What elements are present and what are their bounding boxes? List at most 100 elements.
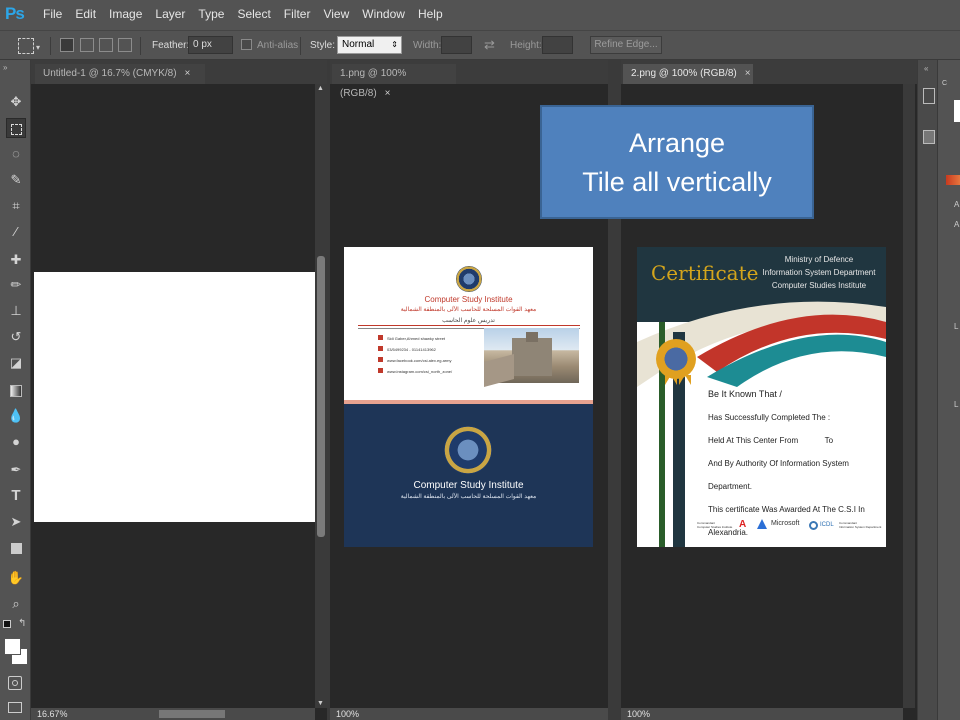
hand-tool-icon[interactable]: ✋ xyxy=(6,568,26,588)
org-institute: Computer Studies Institute xyxy=(771,281,867,290)
contact-instagram: www.instagram.com/csi_north_zone/ xyxy=(387,369,453,374)
menu-help[interactable]: Help xyxy=(413,0,448,30)
cert-line-authority: And By Authority Of Information System D… xyxy=(708,459,849,491)
tools-panel: » ✥ ◌ ✎ ⌗ ⁄ ✚ ✏ ⊥ ↺ ◪ 💧 ● ✒ T ➤ ✋ ⌕ ↰ xyxy=(0,60,31,720)
default-colors-icon[interactable] xyxy=(3,620,11,628)
healing-brush-tool-icon[interactable]: ✚ xyxy=(6,250,26,270)
tab-1png[interactable]: 1.png @ 100% (RGB/8) × xyxy=(332,64,456,99)
menu-list: File Edit Image Layer Type Select Filter… xyxy=(38,0,451,30)
cert-line-completed: Has Successfully Completed The : xyxy=(708,413,831,422)
menu-bar: Ps File Edit Image Layer Type Select Fil… xyxy=(0,0,960,30)
menu-select[interactable]: Select xyxy=(232,0,275,30)
blur-tool-icon[interactable]: 💧 xyxy=(6,406,26,426)
eraser-tool-icon[interactable]: ◪ xyxy=(6,353,26,373)
new-selection-icon[interactable] xyxy=(60,38,74,52)
menu-filter[interactable]: Filter xyxy=(279,0,316,30)
tab-title: Untitled-1 @ 16.7% (CMYK/8) xyxy=(43,68,177,79)
callout-line-tile: Tile all vertically xyxy=(582,167,772,197)
updown-arrow-icon: ⇕ xyxy=(391,40,398,49)
style-select[interactable]: Normal ⇕ xyxy=(337,36,402,54)
menu-type[interactable]: Type xyxy=(193,0,229,30)
lasso-tool-icon[interactable]: ◌ xyxy=(6,144,26,164)
scrollbar-thumb[interactable] xyxy=(317,256,325,537)
properties-panel-icon[interactable] xyxy=(923,130,935,144)
menu-edit[interactable]: Edit xyxy=(70,0,101,30)
history-brush-tool-icon[interactable]: ↺ xyxy=(6,327,26,347)
rect-marquee-tool-icon[interactable] xyxy=(6,118,26,138)
contact-facebook: www.facebook.com/csi.alex.eg.army xyxy=(387,358,452,363)
feather-label: Feather: xyxy=(152,40,190,51)
document-pane-untitled: Untitled-1 @ 16.7% (CMYK/8) × ▲ ▼ 16.67% xyxy=(31,60,327,720)
vertical-scrollbar[interactable] xyxy=(903,84,915,708)
options-bar: ▾ Feather: 0 px Anti-alias Style: Normal… xyxy=(0,30,960,60)
screen-mode-icon[interactable] xyxy=(8,702,22,713)
eyedropper-tool-icon[interactable]: ⁄ xyxy=(6,222,26,242)
card-title: Computer Study Institute xyxy=(424,295,513,304)
history-panel-icon[interactable] xyxy=(923,88,935,104)
horizontal-scrollbar-thumb[interactable] xyxy=(159,710,225,718)
swap-arrows-icon[interactable]: ⇄ xyxy=(484,37,495,53)
width-input[interactable] xyxy=(441,36,472,54)
refine-edge-button[interactable]: Refine Edge... xyxy=(590,36,662,54)
contact-address: Sidi Gaber,Ahmed shawky street xyxy=(387,336,446,341)
canvas-untitled[interactable] xyxy=(34,272,315,522)
type-tool-icon[interactable]: T xyxy=(6,486,26,506)
swap-colors-icon[interactable]: ↰ xyxy=(18,618,26,629)
org-ministry: Ministry of Defence xyxy=(784,255,854,264)
zoom-level[interactable]: 16.67% xyxy=(37,709,68,719)
tab-untitled[interactable]: Untitled-1 @ 16.7% (CMYK/8) × xyxy=(35,64,205,84)
document-image-certificate[interactable]: Certificate Ministry of Defence Informat… xyxy=(637,247,886,547)
card-back-title: Computer Study Institute xyxy=(413,480,524,491)
rectangle-tool-icon[interactable] xyxy=(6,538,26,558)
photoshop-window: Ps File Edit Image Layer Type Select Fil… xyxy=(0,0,960,720)
institute-seal-logo xyxy=(444,426,492,474)
document-image-business-card[interactable]: Computer Study Institute معهد القوات الم… xyxy=(344,247,593,547)
expand-panels-icon[interactable]: « xyxy=(924,64,928,73)
cert-line-at: At xyxy=(708,544,886,547)
clone-stamp-tool-icon[interactable]: ⊥ xyxy=(6,301,26,321)
intersect-selection-icon[interactable] xyxy=(118,38,132,52)
contact-list: Sidi Gaber,Ahmed shawky street 03/549923… xyxy=(378,333,452,377)
close-icon[interactable]: × xyxy=(745,68,751,79)
card-arabic-subtitle: تدريس علوم الحاسب xyxy=(442,318,495,324)
feather-input[interactable]: 0 px xyxy=(188,36,233,54)
quick-mask-icon[interactable] xyxy=(8,676,22,690)
chevron-down-icon[interactable]: ▾ xyxy=(36,43,40,52)
scroll-down-icon[interactable]: ▼ xyxy=(317,700,324,707)
move-tool-icon[interactable]: ✥ xyxy=(6,92,26,112)
add-selection-icon[interactable] xyxy=(80,38,94,52)
menu-file[interactable]: File xyxy=(38,0,67,30)
zoom-tool-icon[interactable]: ⌕ xyxy=(6,594,26,614)
menu-view[interactable]: View xyxy=(318,0,354,30)
subtract-selection-icon[interactable] xyxy=(99,38,113,52)
vertical-scrollbar[interactable]: ▲ ▼ xyxy=(315,84,327,708)
tab-2png[interactable]: 2.png @ 100% (RGB/8) × xyxy=(623,64,753,84)
path-select-tool-icon[interactable]: ➤ xyxy=(6,512,26,532)
card-back-arabic: معهد القوات المسلحة للحاسب الآلى بالمنطق… xyxy=(400,494,537,500)
marquee-tool-preset-icon[interactable] xyxy=(18,38,34,54)
close-icon[interactable]: × xyxy=(185,68,191,79)
close-icon[interactable]: × xyxy=(385,88,391,99)
signature-left: Commandant Computer Studies Institute xyxy=(697,521,733,529)
antialias-checkbox[interactable] xyxy=(241,39,252,50)
height-input[interactable] xyxy=(542,36,573,54)
brush-tool-icon[interactable]: ✏ xyxy=(6,275,26,295)
menu-image[interactable]: Image xyxy=(104,0,147,30)
quick-select-tool-icon[interactable]: ✎ xyxy=(6,170,26,190)
status-bar: 100% xyxy=(621,708,903,720)
status-bar: 16.67% xyxy=(31,708,315,720)
collapse-arrows-icon[interactable]: » xyxy=(3,63,7,72)
scroll-up-icon[interactable]: ▲ xyxy=(317,85,324,92)
contact-phone: 03/5499234 - 01141413962 xyxy=(387,347,436,352)
menu-window[interactable]: Window xyxy=(357,0,410,30)
style-label: Style: xyxy=(310,40,336,51)
crop-tool-icon[interactable]: ⌗ xyxy=(6,196,26,216)
partner-logo xyxy=(757,519,767,529)
gradient-tool-icon[interactable] xyxy=(6,380,26,400)
zoom-level[interactable]: 100% xyxy=(336,709,359,719)
foreground-color-swatch[interactable] xyxy=(4,638,21,655)
zoom-level[interactable]: 100% xyxy=(627,709,650,719)
dodge-tool-icon[interactable]: ● xyxy=(6,432,26,452)
menu-layer[interactable]: Layer xyxy=(150,0,190,30)
pen-tool-icon[interactable]: ✒ xyxy=(6,460,26,480)
